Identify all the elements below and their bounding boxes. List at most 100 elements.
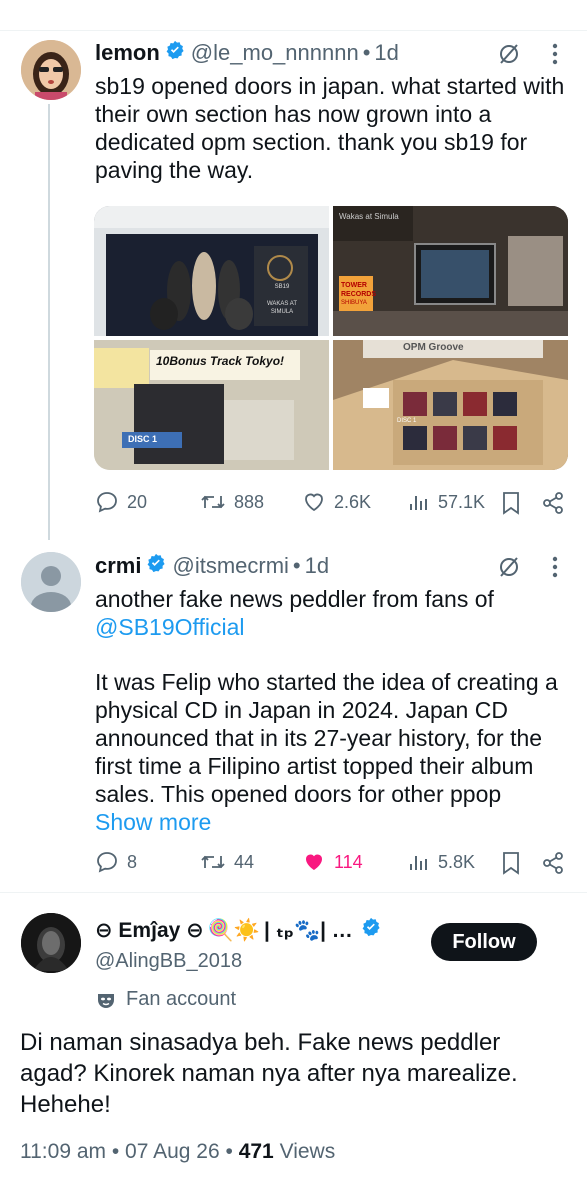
media-4-label: OPM Groove bbox=[403, 342, 464, 353]
media-2-sign: Wakas at Simula bbox=[339, 212, 399, 221]
reply-icon bbox=[97, 492, 117, 513]
mention-link[interactable]: @SB19Official bbox=[95, 613, 245, 641]
media-4-disc: DISC 1 bbox=[397, 418, 417, 424]
share-button[interactable] bbox=[540, 490, 566, 516]
media-image-1-art bbox=[94, 206, 329, 336]
tweet-text: sb19 opened doors in japan. what started… bbox=[95, 73, 565, 183]
like-button[interactable]: 2.6K bbox=[302, 490, 371, 514]
avatar-emjay-image bbox=[21, 913, 81, 973]
views-count: 5.8K bbox=[438, 851, 476, 872]
name-suffix: | ₜₚ🐾| … bbox=[264, 919, 353, 942]
media-1-title: WAKAS AT SIMULA bbox=[266, 301, 297, 315]
main-tweet-text: Di naman sinasadya beh. Fake news peddle… bbox=[20, 1029, 518, 1118]
share-icon bbox=[543, 492, 563, 514]
views-button[interactable]: 5.8K bbox=[408, 850, 475, 874]
retweet-icon bbox=[201, 855, 225, 869]
media-image-2-art bbox=[333, 206, 568, 336]
avatar-emjay[interactable] bbox=[21, 913, 81, 973]
views-button[interactable]: 57.1K bbox=[408, 490, 485, 514]
handle[interactable]: @AlingBB_2018 bbox=[95, 950, 242, 973]
retweet-button[interactable]: 888 bbox=[200, 490, 264, 514]
media-image-1[interactable]: SB19 WAKAS AT SIMULA bbox=[94, 206, 329, 336]
follow-button[interactable]: Follow bbox=[431, 923, 537, 961]
grok-icon bbox=[500, 557, 518, 577]
verified-icon bbox=[166, 40, 184, 60]
media-2-store-3: SHIBUYA bbox=[341, 300, 367, 306]
main-tweet-name-row: ⊖ Emĵay ⊖ 🍭☀️ | ₜₚ🐾| … bbox=[95, 917, 381, 943]
verified-icon bbox=[362, 917, 380, 937]
handle[interactable]: @itsmecrmi bbox=[172, 553, 288, 579]
name-emojis: 🍭☀️ bbox=[207, 919, 261, 942]
retweet-icon bbox=[201, 495, 225, 509]
bookmark-button[interactable] bbox=[498, 850, 524, 876]
divider bbox=[0, 892, 587, 893]
bookmark-icon bbox=[503, 852, 519, 875]
views-count: 471 bbox=[238, 1140, 274, 1163]
media-grid[interactable]: SB19 WAKAS AT SIMULA Wakas at Simula TOW… bbox=[94, 206, 568, 470]
more-icon bbox=[552, 43, 558, 65]
tweet-header: lemon @le_mo_nnnnnn • 1d bbox=[95, 40, 399, 66]
display-name[interactable]: ⊖ Emĵay ⊖ bbox=[95, 918, 204, 943]
like-icon-filled bbox=[306, 854, 322, 870]
reply-button[interactable]: 8 bbox=[95, 850, 137, 874]
bookmark-icon bbox=[503, 492, 519, 515]
media-image-4[interactable]: OPM Groove DISC 1 bbox=[333, 340, 568, 470]
bookmark-button[interactable] bbox=[498, 490, 524, 516]
grok-button[interactable] bbox=[495, 553, 523, 581]
default-avatar-icon bbox=[21, 552, 81, 612]
tweet-text-para2: It was Felip who started the idea of cre… bbox=[95, 668, 565, 836]
views-count: 57.1K bbox=[438, 491, 486, 512]
views-icon bbox=[410, 856, 427, 870]
mask-icon bbox=[98, 993, 114, 1008]
more-button[interactable] bbox=[543, 553, 567, 581]
retweet-button[interactable]: 44 bbox=[200, 850, 254, 874]
tweet-text-line1: another fake news peddler from fans of bbox=[95, 586, 494, 612]
fan-account-badge[interactable]: Fan account bbox=[96, 988, 236, 1011]
retweet-count: 888 bbox=[234, 491, 265, 512]
share-button[interactable] bbox=[540, 850, 566, 876]
share-icon bbox=[543, 852, 563, 874]
thread-line bbox=[48, 104, 50, 540]
show-more-link[interactable]: Show more bbox=[95, 809, 211, 835]
timestamp[interactable]: 1d bbox=[374, 40, 398, 66]
like-count: 2.6K bbox=[334, 491, 372, 512]
reply-button[interactable]: 20 bbox=[95, 490, 147, 514]
display-name[interactable]: lemon bbox=[95, 40, 160, 66]
timestamp[interactable]: 1d bbox=[305, 553, 329, 579]
tweet-header: crmi @itsmecrmi • 1d bbox=[95, 553, 329, 579]
reply-count: 20 bbox=[127, 491, 148, 512]
avatar-lemon[interactable] bbox=[21, 40, 81, 100]
avatar-lemon-image bbox=[21, 40, 81, 100]
like-icon bbox=[305, 493, 323, 512]
more-icon bbox=[552, 556, 558, 578]
like-button[interactable]: 114 bbox=[302, 850, 363, 874]
grok-button[interactable] bbox=[495, 40, 523, 68]
views-icon bbox=[410, 496, 427, 510]
media-3-disc: DISC 1 bbox=[128, 434, 158, 444]
meta-separator: • bbox=[225, 1140, 233, 1163]
dot-separator: • bbox=[362, 40, 371, 65]
display-name[interactable]: crmi bbox=[95, 553, 141, 579]
reply-count: 8 bbox=[127, 851, 138, 872]
reply-icon bbox=[97, 852, 117, 873]
media-2-store-2: RECORDS bbox=[341, 291, 377, 298]
post-time[interactable]: 11:09 am bbox=[20, 1140, 106, 1163]
top-divider bbox=[0, 30, 587, 31]
fan-account-label: Fan account bbox=[126, 988, 237, 1010]
handle[interactable]: @le_mo_nnnnnn bbox=[191, 40, 359, 66]
post-date[interactable]: 07 Aug 26 bbox=[125, 1140, 220, 1163]
media-image-4-art bbox=[333, 340, 568, 470]
more-button[interactable] bbox=[543, 40, 567, 68]
tweet-text-body: It was Felip who started the idea of cre… bbox=[95, 669, 558, 807]
media-1-brand: SB19 bbox=[274, 284, 290, 290]
views-label: Views bbox=[279, 1140, 336, 1163]
avatar-crmi[interactable] bbox=[21, 552, 81, 612]
media-2-store-1: TOWER bbox=[341, 282, 367, 289]
verified-icon bbox=[148, 553, 166, 573]
main-tweet-meta: 11:09 am • 07 Aug 26 • 471 Views bbox=[20, 1140, 335, 1164]
retweet-count: 44 bbox=[234, 851, 255, 872]
dot-separator: • bbox=[292, 553, 301, 578]
media-image-3[interactable]: 10Bonus Track Tokyo! DISC 1 bbox=[94, 340, 329, 470]
grok-icon bbox=[500, 44, 518, 64]
media-image-2[interactable]: Wakas at Simula TOWER RECORDS SHIBUYA bbox=[333, 206, 568, 336]
